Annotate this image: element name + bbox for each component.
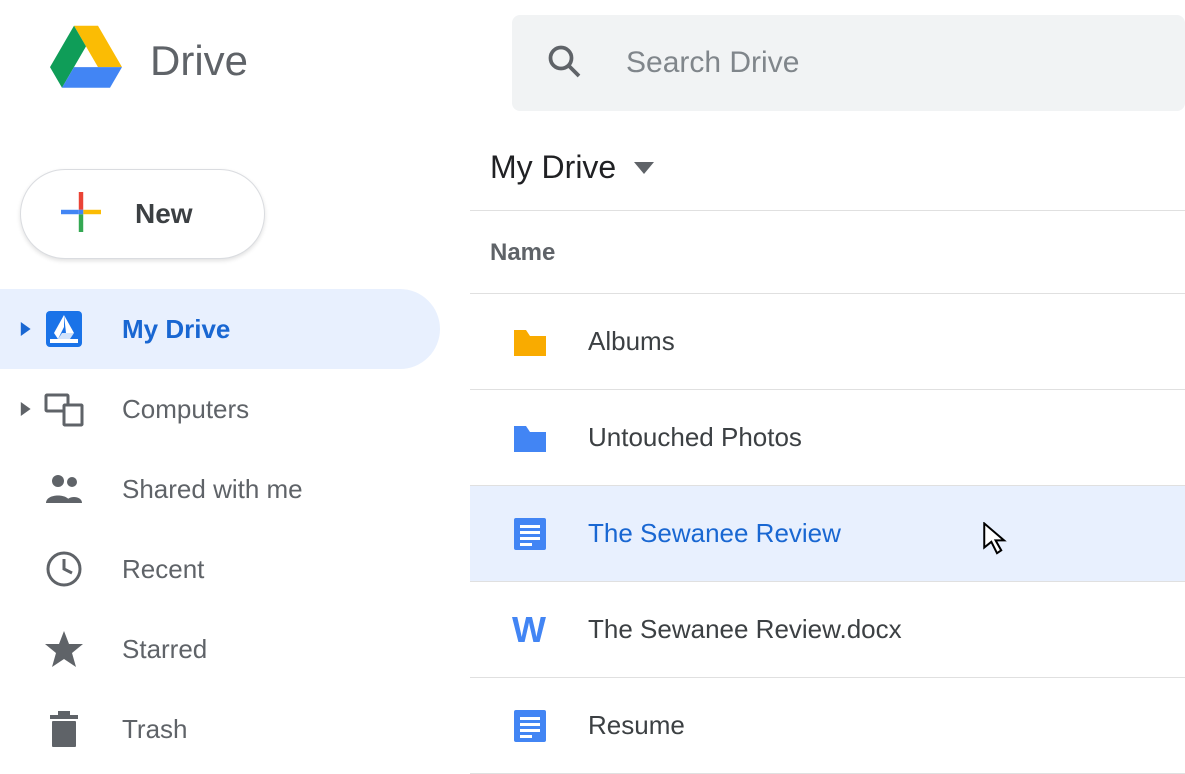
shared-icon <box>44 469 122 509</box>
sidebar-item-starred[interactable]: Starred <box>0 609 470 689</box>
file-name: Resume <box>588 710 685 741</box>
logo-area[interactable]: Drive <box>0 22 470 99</box>
sidebar-item-label: My Drive <box>122 314 440 345</box>
file-name: The Sewanee Review <box>588 518 841 549</box>
expand-triangle-icon[interactable] <box>14 322 36 336</box>
gdoc-icon <box>510 706 588 746</box>
file-row[interactable]: W The Sewanee Review.docx <box>470 582 1185 678</box>
sidebar-item-recent[interactable]: Recent <box>0 529 470 609</box>
sidebar-item-label: Trash <box>122 714 470 745</box>
svg-text:W: W <box>512 610 546 650</box>
file-row[interactable]: Albums <box>470 294 1185 390</box>
sidebar-item-label: Shared with me <box>122 474 470 505</box>
sidebar-item-shared[interactable]: Shared with me <box>0 449 470 529</box>
file-list: Albums Untouched Photos The Sewanee Review… <box>470 294 1185 774</box>
folder-icon <box>510 322 588 362</box>
search-icon <box>546 43 582 84</box>
dropdown-caret-icon <box>616 149 654 186</box>
new-button-label: New <box>135 198 193 230</box>
starred-icon <box>44 629 122 669</box>
app-name: Drive <box>150 37 248 85</box>
folder-icon <box>510 418 588 458</box>
gdoc-icon <box>510 514 588 554</box>
file-row[interactable]: Untouched Photos <box>470 390 1185 486</box>
sidebar: Drive New My Drive Computers Shared with m… <box>0 0 470 774</box>
sidebar-item-label: Computers <box>122 394 470 425</box>
breadcrumb[interactable]: My Drive <box>470 149 1185 186</box>
sidebar-item-label: Recent <box>122 554 470 585</box>
search-input[interactable] <box>626 46 1126 80</box>
drive-logo-icon <box>50 22 122 99</box>
search-bar[interactable] <box>512 15 1185 111</box>
new-button[interactable]: New <box>20 169 265 259</box>
file-row[interactable]: Resume <box>470 678 1185 774</box>
expand-triangle-icon[interactable] <box>14 402 36 416</box>
recent-icon <box>44 549 122 589</box>
column-header-name[interactable]: Name <box>470 210 1185 294</box>
file-name: Albums <box>588 326 675 357</box>
breadcrumb-label: My Drive <box>490 149 616 186</box>
file-row[interactable]: The Sewanee Review <box>470 486 1185 582</box>
sidebar-item-drive[interactable]: My Drive <box>0 289 440 369</box>
sidebar-item-computers[interactable]: Computers <box>0 369 470 449</box>
computers-icon <box>44 389 122 429</box>
sidebar-item-trash[interactable]: Trash <box>0 689 470 769</box>
main-area: My Drive Name Albums Untouched Photos The … <box>470 0 1185 774</box>
plus-icon <box>61 192 101 237</box>
sidebar-item-label: Starred <box>122 634 470 665</box>
nav-list: My Drive Computers Shared with me Recent Sta… <box>0 289 470 769</box>
word-icon: W <box>510 610 588 650</box>
trash-icon <box>44 709 122 749</box>
drive-icon <box>44 309 122 349</box>
file-name: The Sewanee Review.docx <box>588 614 902 645</box>
file-name: Untouched Photos <box>588 422 802 453</box>
